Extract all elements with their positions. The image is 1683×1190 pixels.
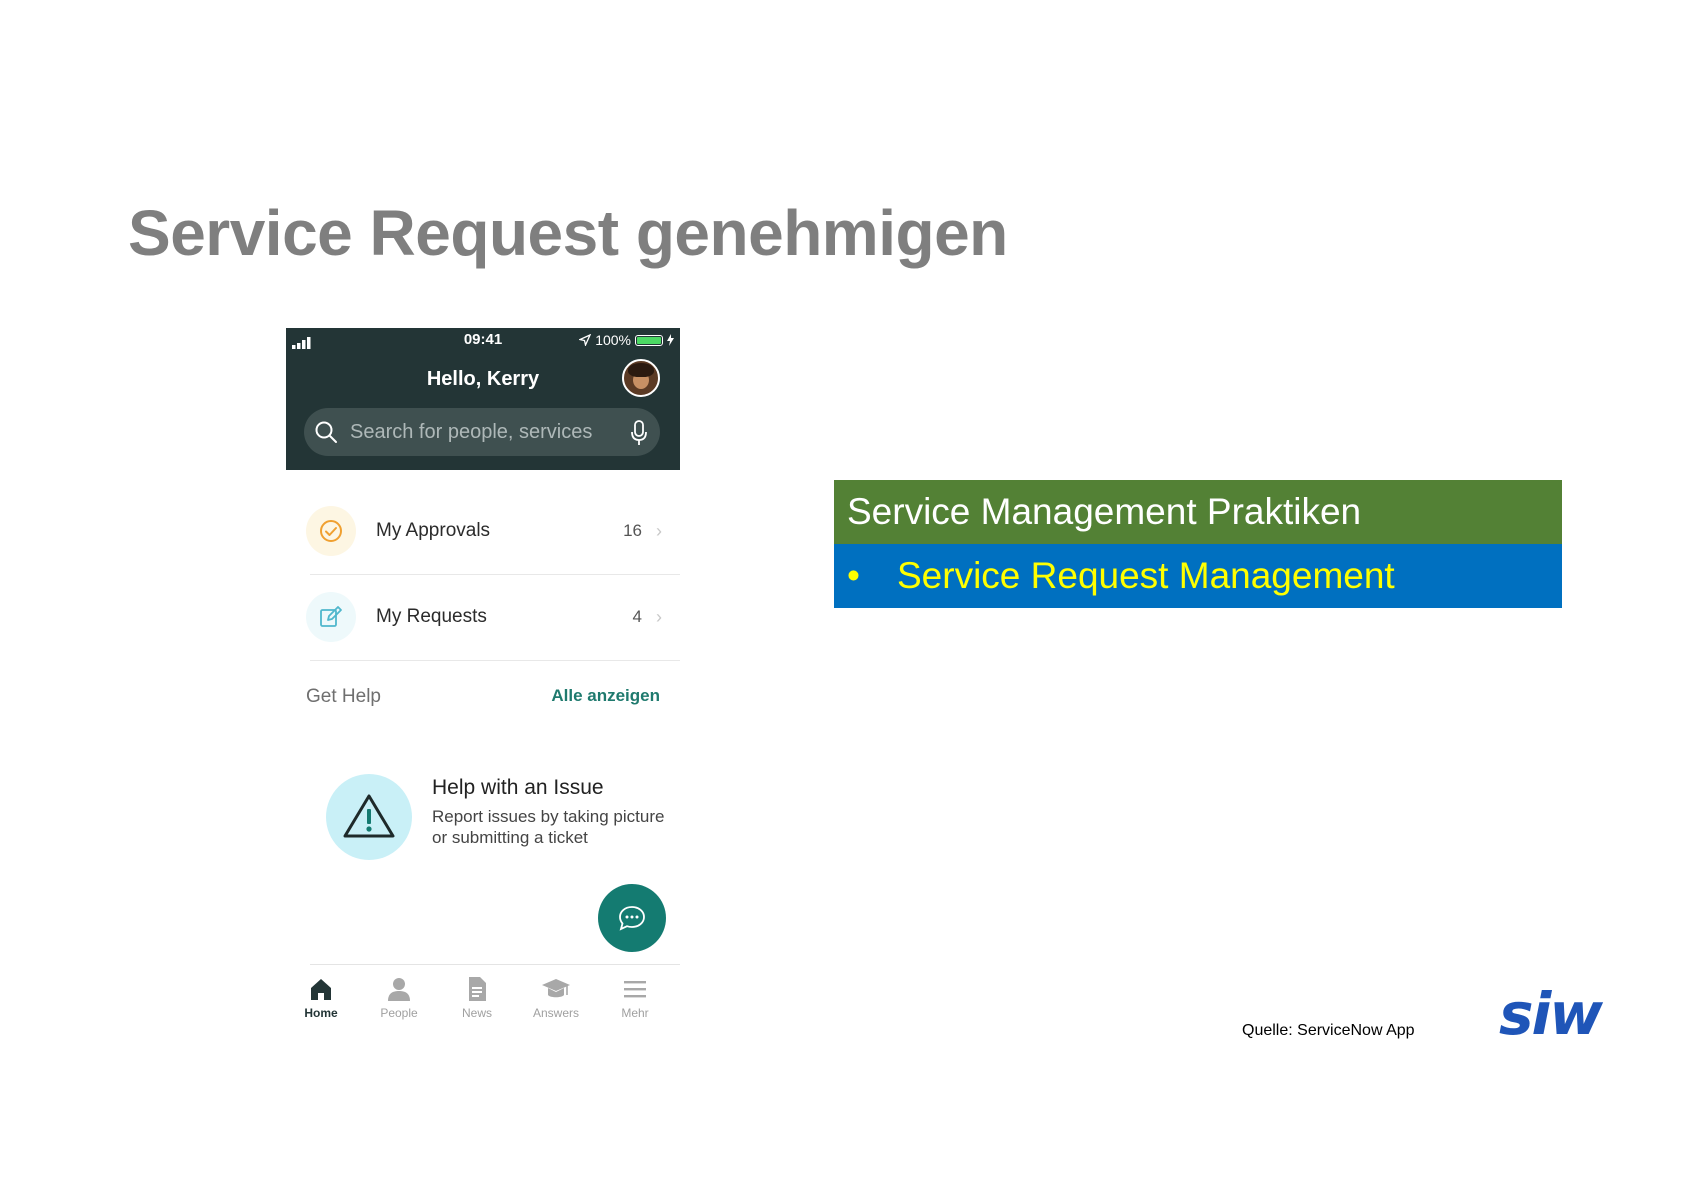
- tab-label: People: [380, 1006, 418, 1020]
- phone-screenshot: 09:41 100% Hello, Kerry Search for peopl…: [286, 328, 680, 1038]
- source-note: Quelle: ServiceNow App: [1242, 1022, 1415, 1039]
- microphone-icon[interactable]: [630, 420, 648, 446]
- search-input[interactable]: [350, 418, 620, 446]
- list-item-my-approvals[interactable]: My Approvals 16 ›: [304, 488, 680, 574]
- charging-bolt-icon: [667, 334, 674, 346]
- slide-title: Service Request genehmigen: [128, 197, 1008, 269]
- greeting: Hello, Kerry: [426, 368, 540, 390]
- practice-item-label: Service Request Management: [897, 555, 1395, 596]
- search-bar[interactable]: [304, 408, 660, 456]
- see-all-link[interactable]: Alle anzeigen: [551, 686, 660, 706]
- practice-item: • Service Request Management: [834, 544, 1562, 608]
- list-item-my-requests[interactable]: My Requests 4 ›: [304, 574, 680, 660]
- tab-people[interactable]: People: [364, 976, 434, 1020]
- search-icon: [315, 421, 337, 443]
- practice-box: Service Management Praktiken • Service Re…: [834, 480, 1562, 608]
- practice-header: Service Management Praktiken: [834, 480, 1562, 544]
- avatar[interactable]: [622, 359, 660, 397]
- approval-check-icon: [306, 506, 356, 556]
- list-item-label: My Approvals: [376, 520, 491, 541]
- tab-label: News: [461, 1006, 492, 1020]
- chat-button[interactable]: [598, 884, 666, 952]
- chevron-right-icon: ›: [656, 607, 662, 627]
- warning-triangle-icon[interactable]: [326, 774, 412, 860]
- avatar-hair: [628, 363, 654, 377]
- status-right: 100%: [579, 332, 674, 348]
- list-item-count: 16: [623, 521, 642, 540]
- list-item-count: 4: [632, 607, 642, 626]
- tab-label: Mehr: [621, 1006, 649, 1020]
- tab-label: Answers: [532, 1006, 579, 1020]
- list-divider: [310, 660, 680, 661]
- help-card-title[interactable]: Help with an Issue: [432, 776, 604, 800]
- battery-icon: [635, 334, 663, 346]
- home-icon: [311, 979, 331, 1000]
- tab-mehr[interactable]: Mehr: [600, 976, 670, 1020]
- person-icon: [388, 978, 410, 1001]
- list-item-label: My Requests: [376, 606, 487, 627]
- phone-header: 09:41 100% Hello, Kerry: [286, 328, 680, 470]
- menu-icon: [624, 981, 646, 998]
- battery-percent: 100%: [595, 332, 631, 348]
- help-card-description: Report issues by taking picture or submi…: [432, 807, 665, 847]
- tab-home[interactable]: Home: [286, 976, 356, 1020]
- tabbar-divider: [310, 964, 680, 965]
- graduation-cap-icon: [542, 979, 570, 998]
- battery-fill: [637, 336, 661, 344]
- tab-label: Home: [304, 1006, 338, 1020]
- location-arrow-icon: [579, 334, 592, 346]
- bullet-icon: •: [847, 555, 860, 596]
- chat-bubble-icon: [619, 906, 645, 931]
- document-icon: [469, 977, 486, 1001]
- siw-logo: siw: [1499, 988, 1605, 1042]
- edit-request-icon: [306, 592, 356, 642]
- tab-answers[interactable]: Answers: [521, 976, 591, 1020]
- chevron-right-icon: ›: [656, 521, 662, 541]
- tab-news[interactable]: News: [442, 976, 512, 1020]
- get-help-heading: Get Help: [306, 686, 381, 707]
- svg-text:siw: siw: [1499, 988, 1603, 1042]
